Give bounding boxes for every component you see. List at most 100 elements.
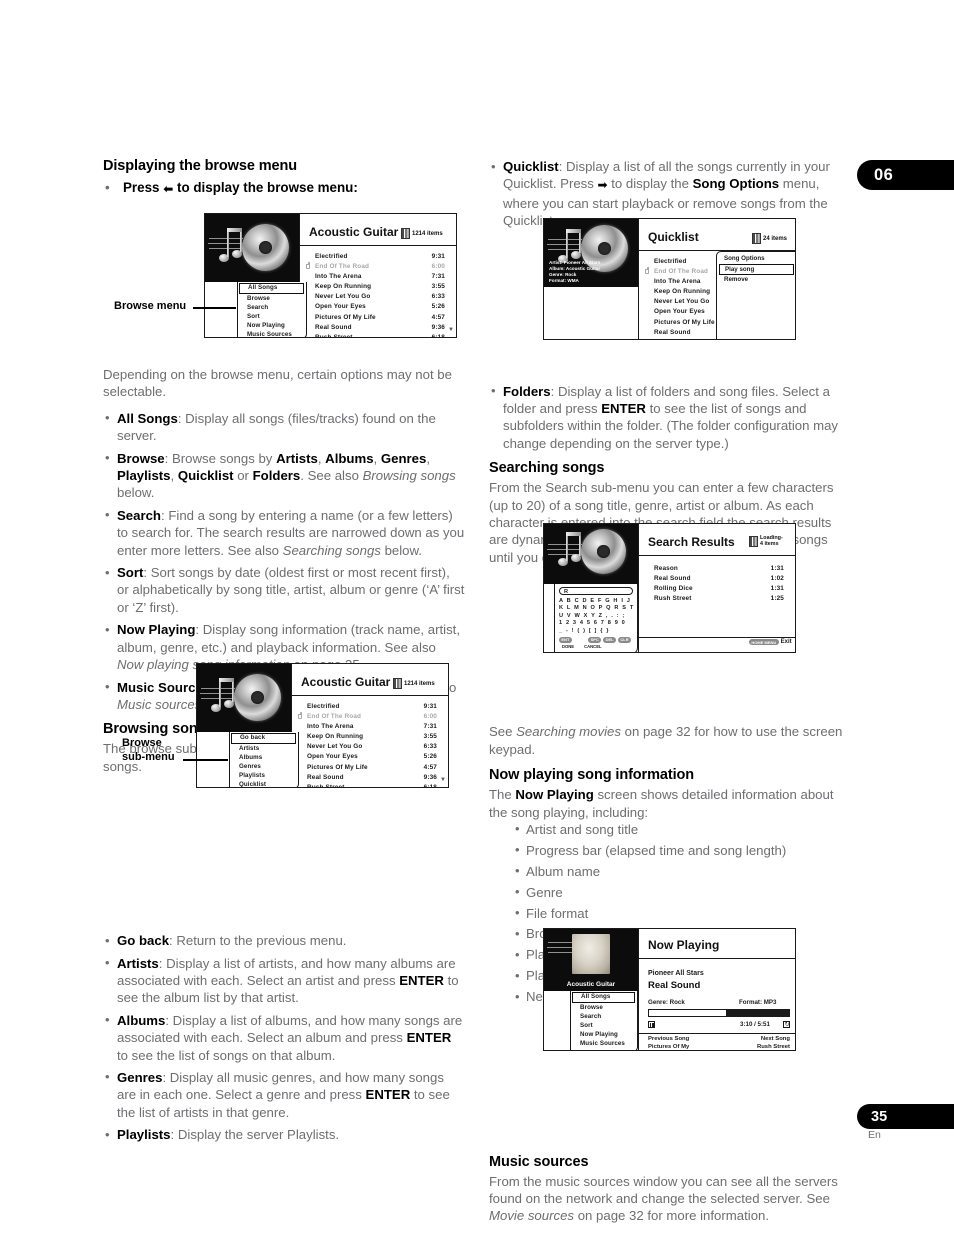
lock-icon [645, 267, 649, 274]
song-row[interactable]: Electrified 9:31 [307, 703, 437, 711]
term-enter: ENTER [406, 1030, 452, 1046]
song-row[interactable]: Rolling Dice 1:31 [654, 585, 784, 593]
bullet-term: Go back [117, 933, 170, 949]
song-row[interactable]: Rush Street 1:25 [654, 595, 784, 603]
menu-item-sort[interactable]: Sort [238, 312, 306, 321]
menu-item-quicklist[interactable]: Quicklist [230, 780, 298, 788]
keypad-space-button[interactable]: SPC [588, 636, 602, 643]
next-song-title: Rush Street [756, 1043, 790, 1050]
menu-item-sort[interactable]: Sort [571, 1021, 637, 1030]
bullet-term: Now Playing [117, 622, 196, 638]
exit-label: Exit [780, 639, 792, 646]
song-row[interactable]: Pictures Of My Life 4:57 [307, 764, 437, 772]
pause-icon[interactable] [648, 1021, 655, 1028]
home-menu-chip[interactable]: HOME MENU [749, 639, 779, 646]
song-row[interactable]: Open Your Eyes 5:26 [307, 753, 437, 761]
option-remove[interactable]: Remove [717, 275, 795, 284]
keypad-enter-button[interactable]: ENT [559, 636, 572, 643]
keypad-row-symbols[interactable]: _ - ! ( ) [ ] { } [559, 628, 633, 635]
scroll-down-icon[interactable]: ▼ [440, 777, 446, 783]
next-song-info[interactable]: Next Song Rush Street [740, 1036, 790, 1050]
menu-item-all-songs[interactable]: All Songs [239, 283, 304, 294]
song-title: Rush Street [654, 595, 692, 603]
scroll-down-icon[interactable]: ▼ [448, 327, 454, 333]
loading-badge: Loading- 4 items [749, 535, 783, 547]
song-row[interactable]: Keep On Running 3:55 [315, 283, 445, 291]
song-row[interactable]: Real Sound 9:36 [315, 324, 445, 332]
browse-submenu-bullet-list: Go back: Return to the previous menu. Ar… [103, 932, 465, 1144]
screen-title: Search Results [648, 535, 735, 549]
keypad-row-letters-2[interactable]: K L M N O P Q R S T [559, 605, 633, 612]
song-title: End Of The Road [315, 263, 370, 271]
song-title: Real Sound [307, 773, 344, 781]
song-title: Reason [654, 565, 678, 572]
term-enter: ENTER [601, 401, 646, 417]
menu-item-albums[interactable]: Albums [230, 753, 298, 762]
song-row[interactable]: Open Your Eyes 5:26 [315, 303, 445, 311]
song-duration: 3:55 [423, 733, 437, 741]
song-row[interactable]: Never Let You Go 6:33 [307, 743, 437, 751]
song-row[interactable]: Pictures Of My Life 4:57 [315, 314, 445, 322]
keypad-label-row: DONE CANCEL [559, 644, 633, 649]
bullet-term: Folders [503, 383, 551, 399]
menu-item-playlists[interactable]: Playlists [230, 771, 298, 780]
signal-bars-icon [393, 678, 402, 689]
bullet-term: Sort [117, 565, 144, 581]
song-row[interactable]: Reason 1:31 [654, 565, 784, 573]
menu-item-go-back[interactable]: Go back [231, 733, 296, 744]
exit-hint[interactable]: HOME MENU Exit [749, 639, 792, 646]
keypad-clear-button[interactable]: CLR [617, 636, 631, 643]
list-item: Search: Find a song by entering a name (… [103, 506, 465, 559]
song-row[interactable]: Keep On Running 3:55 [307, 733, 437, 741]
term-song-options: Song Options [692, 176, 780, 192]
progress-bar[interactable] [648, 1009, 790, 1017]
menu-item-music-sources[interactable]: Music Sources [238, 330, 306, 338]
song-row[interactable]: Real Sound 9:36 [307, 774, 437, 782]
press-rest: to display the browse menu: [177, 180, 358, 195]
menu-item-artists[interactable]: Artists [230, 744, 298, 753]
song-title: Pictures Of My Life [315, 313, 376, 321]
menu-item-search[interactable]: Search [571, 1012, 637, 1021]
keypad-cancel-label: CANCEL [584, 643, 602, 649]
previous-song-info[interactable]: Previous Song Pictures Of My [648, 1036, 689, 1050]
keypad-delete-button[interactable]: DEL [603, 636, 616, 643]
keypad-row-letters-3[interactable]: U V W X Y Z , . : ; [559, 613, 633, 620]
ref-music-sources: Music sources [117, 696, 202, 712]
song-duration: 3:55 [431, 283, 445, 291]
bullet-term: Browse [117, 450, 165, 466]
song-row[interactable]: Rush Street 6:18 [315, 334, 445, 337]
menu-item-now-playing[interactable]: Now Playing [571, 1030, 637, 1039]
list-item: Artist and song title [513, 820, 851, 838]
figure-2-spacer [103, 784, 465, 932]
song-duration: 4:57 [431, 313, 445, 321]
song-row[interactable]: Into The Arena 7:31 [315, 273, 445, 281]
ref-browsing-songs: Browsing songs [362, 468, 456, 484]
loading-text: Loading- 4 items [760, 535, 783, 547]
menu-item-all-songs[interactable]: All Songs [572, 992, 635, 1003]
keypad-row-letters-1[interactable]: A B C D E F G H I J [559, 598, 633, 605]
song-row[interactable]: Rush Street 6:18 [307, 784, 437, 787]
menu-item-now-playing[interactable]: Now Playing [238, 321, 306, 330]
option-play-song[interactable]: Play song [719, 264, 794, 275]
menu-item-search[interactable]: Search [238, 303, 306, 312]
song-row[interactable]: End Of The Road 6:00 [298, 712, 437, 721]
term-playlists: Playlists [117, 468, 171, 484]
now-playing-song-title: Real Sound [648, 980, 701, 991]
note-depending: Depending on the browse menu, certain op… [103, 367, 452, 400]
figure-browse-menu-screen: Acoustic Guitar 1214 items Electrified 9:… [204, 213, 457, 338]
song-row[interactable]: End Of The Road 6:00 [306, 262, 445, 271]
song-row[interactable]: Into The Arena 7:31 [307, 723, 437, 731]
callout-browse-submenu: Browse sub-menu [122, 737, 175, 763]
song-title: Electrified [315, 253, 348, 260]
song-row[interactable]: Electrified 9:31 [315, 253, 445, 261]
search-input[interactable]: R [559, 587, 633, 595]
menu-item-genres[interactable]: Genres [230, 762, 298, 771]
menu-item-browse[interactable]: Browse [238, 294, 306, 303]
keypad-row-digits[interactable]: 1 2 3 4 5 6 7 8 9 0 [559, 620, 633, 627]
song-row[interactable]: Real Sound 1:02 [654, 575, 784, 583]
menu-item-music-sources[interactable]: Music Sources [571, 1039, 637, 1048]
song-duration: 1:31 [770, 565, 784, 572]
repeat-icon[interactable] [783, 1021, 790, 1028]
song-row[interactable]: Never Let You Go 6:33 [315, 293, 445, 301]
menu-item-browse[interactable]: Browse [571, 1003, 637, 1012]
